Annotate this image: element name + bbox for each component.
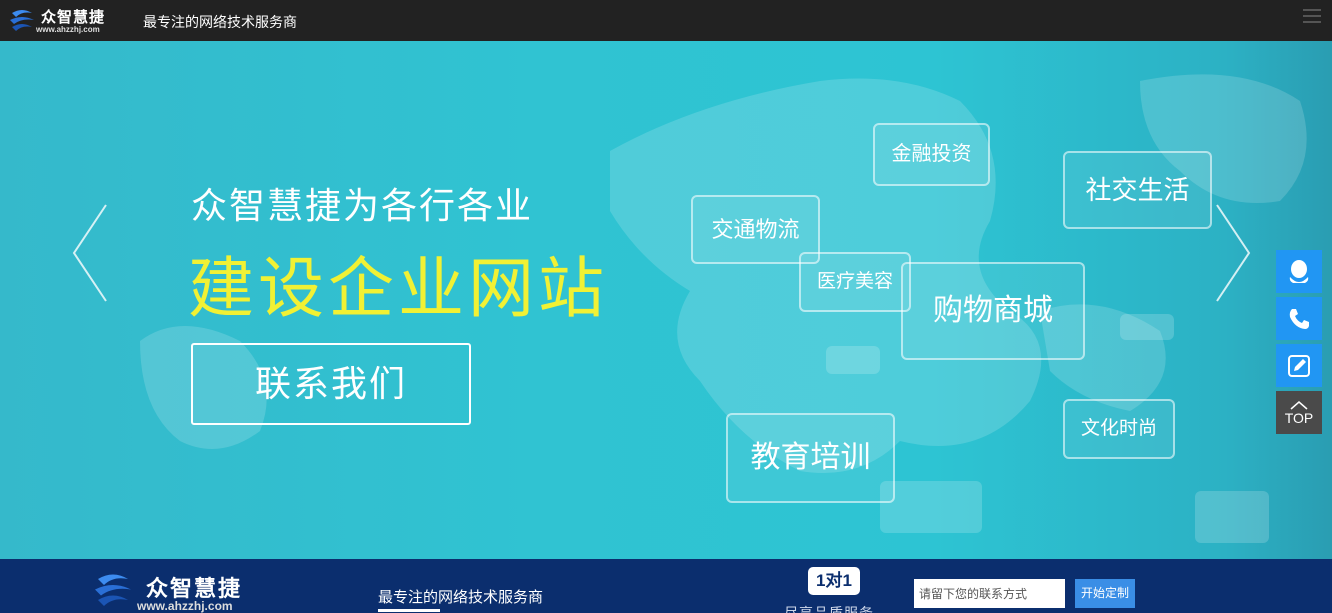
phone-icon: [1289, 308, 1309, 329]
contact-info-input[interactable]: [914, 579, 1065, 608]
slogan-underline: [378, 609, 440, 612]
top-header: 众智慧捷 www.ahzzhj.com 最专注的网络技术服务商: [0, 0, 1332, 41]
logo-url-text: www.ahzzhj.com: [36, 25, 100, 34]
badge-caption: 尽享品质服务: [784, 605, 874, 613]
site-logo[interactable]: 众智慧捷 www.ahzzhj.com: [8, 5, 118, 37]
back-to-top-label: TOP: [1284, 409, 1314, 426]
logo-mark-icon: [10, 10, 34, 31]
phone-button[interactable]: [1276, 297, 1322, 340]
tag-education: 教育培训: [726, 413, 895, 503]
footer-url-text: www.ahzzhj.com: [137, 599, 233, 613]
decorative-tile: [826, 346, 880, 374]
decorative-tile: [1195, 491, 1269, 543]
menu-icon[interactable]: [1303, 9, 1321, 27]
back-to-top-button[interactable]: TOP: [1276, 391, 1322, 434]
next-slide-icon[interactable]: [1213, 203, 1253, 303]
banner-headline-big: 建设企业网站: [188, 251, 608, 325]
header-slogan: 最专注的网络技术服务商: [143, 14, 297, 30]
tag-finance: 金融投资: [873, 123, 990, 186]
chevron-up-icon: [1290, 400, 1308, 410]
qq-icon: [1289, 259, 1309, 283]
decorative-tile: [880, 481, 982, 533]
hero-banner: 众智慧捷为各行各业 建设企业网站 联系我们 金融投资 社交生活 交通物流 医疗美…: [0, 41, 1332, 559]
logo-mark-icon: [95, 574, 131, 606]
tag-shopping: 购物商城: [901, 262, 1085, 360]
footer-logo[interactable]: 众智慧捷 www.ahzzhj.com: [92, 568, 262, 613]
tag-social: 社交生活: [1063, 151, 1212, 229]
decorative-tile: [1120, 314, 1174, 340]
qq-chat-button[interactable]: [1276, 250, 1322, 293]
one-on-one-badge: 1对1: [808, 567, 860, 595]
tag-medical: 医疗美容: [799, 252, 911, 312]
edit-icon: [1288, 354, 1310, 377]
footer-slogan: 最专注的网络技术服务商: [378, 589, 544, 606]
prev-slide-icon[interactable]: [70, 203, 110, 303]
contact-us-button[interactable]: 联系我们: [191, 343, 471, 425]
banner-headline: 众智慧捷为各行各业: [191, 185, 534, 226]
start-custom-button[interactable]: 开始定制: [1075, 579, 1135, 608]
logo-brand-text: 众智慧捷: [41, 9, 106, 26]
bottom-contact-bar: 众智慧捷 www.ahzzhj.com 最专注的网络技术服务商 1对1 尽享品质…: [0, 559, 1332, 613]
tag-fashion: 文化时尚: [1063, 399, 1175, 459]
message-button[interactable]: [1276, 344, 1322, 387]
floating-toolbar: TOP: [1276, 250, 1322, 438]
